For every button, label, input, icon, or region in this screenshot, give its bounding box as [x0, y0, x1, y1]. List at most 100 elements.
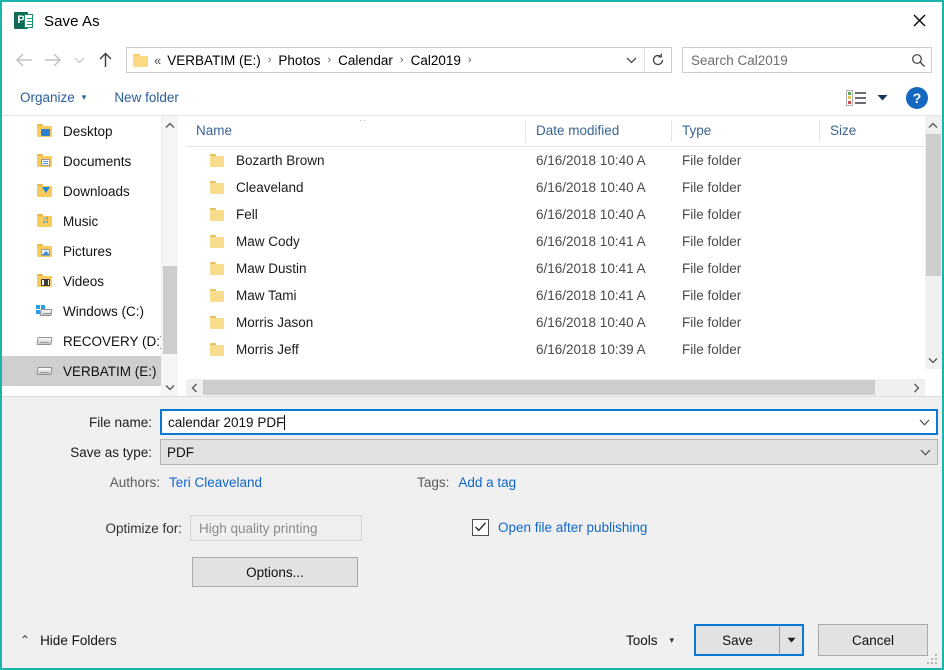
table-row[interactable]: Maw Dustin 6/16/2018 10:41 A File folder [186, 255, 942, 282]
recent-locations-button[interactable] [68, 45, 90, 75]
file-list-scroll-thumb[interactable] [926, 134, 941, 276]
hscroll-track[interactable] [203, 380, 908, 395]
table-row[interactable]: Morris Jason 6/16/2018 10:40 A File fold… [186, 309, 942, 336]
open-after-publishing-row[interactable]: Open file after publishing [472, 519, 647, 536]
breadcrumb-item-0[interactable]: VERBATIM (E:) [167, 53, 261, 68]
sidebar-scroll-up-button[interactable] [162, 116, 178, 134]
save-as-type-select[interactable]: PDF [160, 439, 938, 465]
sidebar-scroll-down-button[interactable] [162, 378, 178, 396]
address-bar[interactable]: « VERBATIM (E:) › Photos › Calendar › Ca… [126, 47, 672, 73]
sidebar-item-label: Music [63, 213, 99, 229]
file-list-header: ⌃ Name Date modified Type Size [186, 116, 942, 147]
breadcrumb-separator[interactable]: › [400, 54, 404, 66]
options-button[interactable]: Options... [192, 557, 358, 587]
tools-button[interactable]: Tools ▾ [626, 633, 674, 648]
sidebar-item-music[interactable]: ♫ Music [2, 206, 178, 236]
sidebar-item-downloads[interactable]: Downloads [2, 176, 178, 206]
sidebar-item-label: Pictures [63, 243, 112, 259]
file-list-vertical-scrollbar[interactable] [925, 116, 942, 369]
file-list-scroll-up-button[interactable] [925, 116, 941, 134]
sidebar-item-desktop[interactable]: Desktop [2, 116, 178, 146]
sidebar-item-videos[interactable]: Videos [2, 266, 178, 296]
documents-folder-icon [36, 153, 54, 169]
save-label: Save [722, 632, 753, 648]
breadcrumb-item-1[interactable]: Photos [278, 53, 320, 68]
hscroll-right-button[interactable] [908, 379, 925, 396]
file-name-cell: Maw Dustin [186, 261, 526, 276]
file-type-cell: File folder [682, 180, 742, 195]
windows-drive-icon [36, 303, 54, 319]
file-name-dropdown-button[interactable] [912, 419, 936, 426]
help-button[interactable]: ? [906, 86, 928, 109]
file-list-scroll-down-button[interactable] [925, 351, 941, 369]
sidebar-item-windows-c[interactable]: Windows (C:) [2, 296, 178, 326]
save-button-group[interactable]: Save [694, 624, 804, 656]
sidebar-scrollbar[interactable] [161, 116, 178, 396]
table-row[interactable]: Morris Jeff 6/16/2018 10:39 A File folde… [186, 336, 942, 363]
refresh-button[interactable] [644, 48, 671, 72]
sidebar-item-documents[interactable]: Documents [2, 146, 178, 176]
desktop-folder-icon [36, 123, 54, 139]
column-header-size[interactable]: Size [820, 120, 920, 142]
breadcrumb-separator[interactable]: › [327, 54, 331, 66]
search-input[interactable]: Search Cal2019 [683, 53, 905, 68]
search-box[interactable]: Search Cal2019 [682, 47, 932, 73]
search-icon [911, 53, 925, 67]
file-type-cell: File folder [682, 153, 742, 168]
table-row[interactable]: Fell 6/16/2018 10:40 A File folder [186, 201, 942, 228]
forward-button[interactable] [38, 45, 68, 75]
sidebar-scroll-thumb[interactable] [163, 266, 177, 354]
breadcrumb-separator[interactable]: › [468, 54, 472, 66]
up-button[interactable] [90, 45, 120, 75]
sidebar-item-recovery-d[interactable]: RECOVERY (D:) [2, 326, 178, 356]
breadcrumb-item-2[interactable]: Calendar [338, 53, 393, 68]
sidebar-item-verbatim-e[interactable]: VERBATIM (E:) [2, 356, 178, 386]
new-folder-button[interactable]: New folder [114, 90, 179, 105]
breadcrumb-item-3[interactable]: Cal2019 [411, 53, 461, 68]
save-dropdown-button[interactable] [780, 626, 802, 654]
hide-folders-button[interactable]: ⌃ Hide Folders [20, 633, 117, 648]
file-list-horizontal-scrollbar[interactable] [186, 379, 925, 396]
column-header-date-modified[interactable]: Date modified [526, 120, 672, 142]
address-dropdown-button[interactable] [618, 48, 644, 72]
folder-icon [210, 262, 226, 275]
add-a-tag-link[interactable]: Add a tag [458, 475, 516, 490]
file-type-cell: File folder [682, 342, 742, 357]
breadcrumb-separator[interactable]: › [268, 54, 272, 66]
pane-splitter[interactable] [178, 116, 186, 396]
table-row[interactable]: Cleaveland 6/16/2018 10:40 A File folder [186, 174, 942, 201]
table-row[interactable]: Bozarth Brown 6/16/2018 10:40 A File fol… [186, 147, 942, 174]
folder-icon [210, 208, 226, 221]
new-folder-label: New folder [114, 90, 179, 105]
resize-grip[interactable] [927, 654, 939, 666]
open-after-publishing-label[interactable]: Open file after publishing [498, 520, 647, 535]
navigation-bar: « VERBATIM (E:) › Photos › Calendar › Ca… [2, 40, 942, 80]
save-button[interactable]: Save [696, 626, 780, 654]
back-button[interactable] [8, 45, 38, 75]
folder-icon [210, 316, 226, 329]
hscroll-left-button[interactable] [186, 379, 203, 396]
column-header-type[interactable]: Type [672, 120, 820, 142]
hscroll-thumb[interactable] [203, 380, 875, 395]
cancel-button[interactable]: Cancel [818, 624, 928, 656]
column-header-name[interactable]: ⌃ Name [186, 120, 526, 142]
authors-value[interactable]: Teri Cleaveland [169, 475, 262, 490]
file-name-input[interactable]: calendar 2019 PDF [160, 409, 938, 435]
checkmark-icon [475, 522, 487, 532]
breadcrumb-overflow[interactable]: « [154, 53, 161, 68]
file-name-text: calendar 2019 PDF [168, 414, 285, 430]
close-button[interactable] [896, 2, 942, 38]
dialog-title: Save As [44, 12, 100, 30]
open-after-publishing-checkbox[interactable] [472, 519, 489, 536]
file-name-value[interactable]: calendar 2019 PDF [162, 414, 912, 430]
save-as-type-dropdown-button[interactable] [913, 449, 937, 456]
view-options-button[interactable] [870, 87, 894, 109]
organize-button[interactable]: Organize ▾ [20, 90, 86, 105]
search-button[interactable] [905, 53, 931, 68]
chevron-up-icon [928, 122, 938, 128]
table-row[interactable]: Maw Tami 6/16/2018 10:41 A File folder [186, 282, 942, 309]
table-row[interactable]: Maw Cody 6/16/2018 10:41 A File folder [186, 228, 942, 255]
view-list-icon[interactable] [846, 89, 866, 106]
file-date-cell: 6/16/2018 10:39 A [536, 342, 646, 357]
sidebar-item-pictures[interactable]: Pictures [2, 236, 178, 266]
